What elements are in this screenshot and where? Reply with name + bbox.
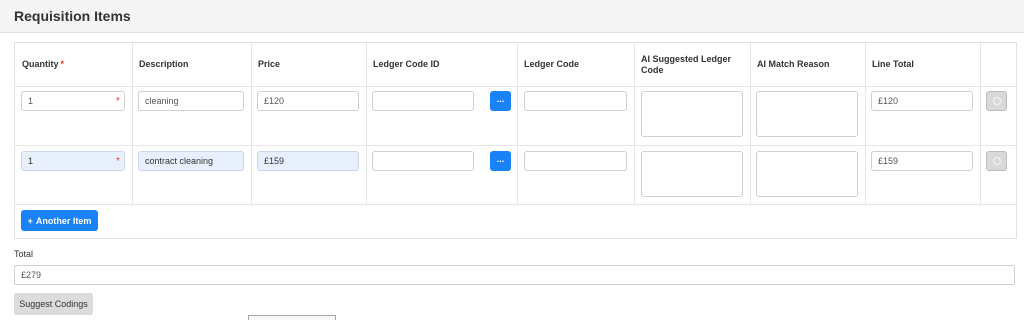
suggest-codings-button[interactable]: Suggest Codings — [14, 293, 93, 315]
header-ledger-code: Ledger Code — [524, 59, 580, 69]
column-divider — [517, 43, 518, 205]
plus-icon: + — [27, 215, 33, 226]
required-marker: * — [116, 96, 120, 107]
ellipsis-icon: ... — [496, 154, 505, 164]
header-line-total: Line Total — [872, 59, 914, 69]
ledger-lookup-button[interactable]: ... — [490, 91, 511, 111]
column-divider — [251, 43, 252, 205]
ai-match-reason-field[interactable] — [756, 91, 858, 137]
row-divider — [15, 86, 1016, 87]
quantity-input[interactable]: 1 — [21, 91, 125, 111]
suggest-codings-label: Suggest Codings — [19, 299, 88, 309]
ledger-code-input[interactable] — [524, 91, 627, 111]
ledger-code-id-input[interactable] — [372, 151, 474, 171]
description-input[interactable]: cleaning — [138, 91, 244, 111]
add-another-item-label: Another Item — [35, 215, 92, 226]
column-divider — [132, 43, 133, 205]
ledger-code-input[interactable] — [524, 151, 627, 171]
price-input[interactable]: £159 — [257, 151, 359, 171]
required-marker: * — [116, 156, 120, 167]
header-ai-suggested-line2: Code — [641, 64, 664, 75]
line-total-input[interactable]: £159 — [871, 151, 973, 171]
total-label: Total — [14, 249, 34, 259]
ai-suggested-ledger-code-field[interactable] — [641, 151, 743, 197]
column-divider — [865, 43, 866, 205]
add-another-item-button[interactable]: + Another Item — [21, 210, 98, 231]
header-ledger-code-id: Ledger Code ID — [373, 59, 440, 69]
remove-row-button[interactable] — [986, 151, 1007, 171]
ellipsis-icon: ... — [496, 94, 505, 104]
header-ai-suggested-line1: AI Suggested Ledger — [641, 53, 732, 64]
row-divider — [15, 145, 1016, 146]
header-price: Price — [258, 59, 281, 69]
column-divider — [366, 43, 367, 205]
column-divider — [980, 43, 981, 205]
price-input[interactable]: £120 — [257, 91, 359, 111]
required-marker: * — [60, 59, 65, 69]
header-quantity: Quantity * — [22, 43, 130, 86]
header-ai-match-reason: AI Match Reason — [757, 59, 830, 69]
ai-suggested-ledger-code-field[interactable] — [641, 91, 743, 137]
column-divider — [750, 43, 751, 205]
header-quantity-label: Quantity — [22, 59, 59, 69]
ai-match-reason-field[interactable] — [756, 151, 858, 197]
remove-circle-icon — [993, 97, 1001, 105]
panel-header: Requisition Items — [0, 0, 1024, 33]
description-input[interactable]: contract cleaning — [138, 151, 244, 171]
ledger-code-id-input[interactable] — [372, 91, 474, 111]
total-field[interactable]: £279 — [14, 265, 1015, 285]
line-total-input[interactable]: £120 — [871, 91, 973, 111]
row-divider — [15, 204, 1016, 205]
column-divider — [634, 43, 635, 205]
remove-circle-icon — [993, 157, 1001, 165]
tooltip-popup — [248, 315, 336, 320]
ledger-lookup-button[interactable]: ... — [490, 151, 511, 171]
requisition-items-table: Quantity * Description Price Ledger Code … — [14, 42, 1017, 239]
remove-row-button[interactable] — [986, 91, 1007, 111]
quantity-input[interactable]: 1 — [21, 151, 125, 171]
header-ai-suggested-ledger-code: AI Suggested Ledger Code — [641, 43, 748, 86]
header-description: Description — [139, 59, 189, 69]
panel-title: Requisition Items — [14, 8, 131, 24]
